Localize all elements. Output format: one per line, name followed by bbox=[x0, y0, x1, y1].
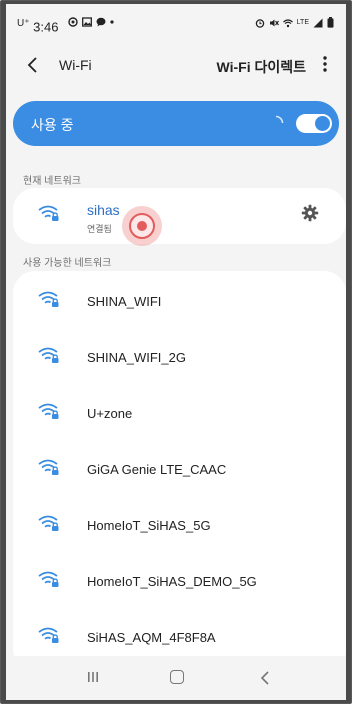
current-network-name: sihas bbox=[87, 202, 120, 218]
lte-label: LTE bbox=[296, 18, 309, 26]
network-item[interactable]: SHINA_WIFI_2G bbox=[13, 330, 346, 386]
status-bar: U⁺ 3:46 LTE bbox=[6, 4, 346, 44]
alarm-icon bbox=[255, 18, 264, 28]
network-name: GiGA Genie LTE_CAAC bbox=[87, 462, 227, 477]
network-item[interactable]: U+zone bbox=[13, 386, 346, 442]
loading-spinner-icon bbox=[275, 115, 284, 124]
wifi-lock-icon bbox=[38, 403, 59, 419]
clock: 3:46 bbox=[33, 19, 59, 35]
available-networks-card: SHINA_WIFI SHINA_WIFI_2G U+zone GiGA Gen… bbox=[13, 271, 346, 671]
toggle-label: 사용 중 bbox=[31, 117, 74, 133]
navigation-bar bbox=[6, 656, 346, 700]
wifi-toggle-card[interactable]: 사용 중 bbox=[13, 101, 339, 146]
wifi-lock-icon bbox=[38, 459, 59, 475]
location-icon bbox=[68, 17, 78, 27]
wifi-switch[interactable] bbox=[296, 114, 332, 133]
current-network-label: 현재 네트워크 bbox=[23, 176, 81, 187]
touch-dot bbox=[137, 221, 147, 231]
wifi-status-icon bbox=[282, 18, 293, 27]
carrier-label: U⁺ bbox=[17, 18, 30, 29]
signal-icon bbox=[313, 18, 323, 27]
device-frame: U⁺ 3:46 LTE Wi-Fi Wi-Fi 다이렉트 사용 중 현재 네트워… bbox=[0, 0, 352, 704]
current-network-status: 연결됨 bbox=[87, 224, 112, 234]
network-name: SHINA_WIFI_2G bbox=[87, 350, 186, 365]
back-button[interactable] bbox=[26, 54, 46, 76]
page-title: Wi-Fi bbox=[59, 57, 92, 73]
wifi-lock-icon bbox=[38, 291, 59, 307]
dot-icon bbox=[110, 20, 114, 24]
switch-knob bbox=[315, 116, 330, 131]
app-bar: Wi-Fi Wi-Fi 다이렉트 bbox=[6, 44, 346, 86]
network-name: SHINA_WIFI bbox=[87, 294, 162, 309]
wifi-lock-icon bbox=[38, 627, 59, 643]
wifi-lock-icon bbox=[38, 347, 59, 363]
wifi-lock-icon bbox=[38, 205, 59, 221]
network-item[interactable]: HomeIoT_SiHAS_5G bbox=[13, 498, 346, 554]
battery-icon bbox=[327, 17, 334, 28]
wifi-lock-icon bbox=[38, 571, 59, 587]
wifi-lock-icon bbox=[38, 515, 59, 531]
more-vert-icon bbox=[323, 56, 327, 72]
network-item[interactable]: GiGA Genie LTE_CAAC bbox=[13, 442, 346, 498]
more-options-button[interactable] bbox=[320, 53, 330, 75]
mute-icon bbox=[269, 19, 279, 26]
network-item[interactable]: HomeIoT_SiHAS_DEMO_5G bbox=[13, 554, 346, 610]
chat-icon bbox=[96, 17, 106, 27]
status-icons-left bbox=[68, 17, 114, 27]
network-name: SiHAS_AQM_4F8F8A bbox=[87, 630, 216, 645]
wifi-direct-button[interactable]: Wi-Fi 다이렉트 bbox=[217, 57, 307, 77]
current-network-card[interactable]: sihas 연결됨 bbox=[13, 188, 346, 244]
gear-icon[interactable] bbox=[301, 204, 319, 222]
status-time: U⁺ 3:46 bbox=[17, 18, 58, 34]
network-name: U+zone bbox=[87, 406, 133, 421]
gallery-icon bbox=[82, 17, 92, 27]
home-button[interactable] bbox=[170, 670, 184, 684]
screen: U⁺ 3:46 LTE Wi-Fi Wi-Fi 다이렉트 사용 중 현재 네트워… bbox=[6, 4, 346, 700]
nav-back-button[interactable] bbox=[260, 670, 270, 686]
network-name: HomeIoT_SiHAS_5G bbox=[87, 518, 211, 533]
status-icons-right: LTE bbox=[255, 17, 334, 28]
network-name: HomeIoT_SiHAS_DEMO_5G bbox=[87, 574, 257, 589]
recent-apps-button[interactable] bbox=[86, 670, 100, 684]
available-networks-label: 사용 가능한 네트워크 bbox=[23, 258, 112, 269]
chevron-left-icon bbox=[27, 57, 37, 73]
touch-indicator bbox=[122, 206, 162, 246]
network-item[interactable]: SHINA_WIFI bbox=[13, 274, 346, 330]
